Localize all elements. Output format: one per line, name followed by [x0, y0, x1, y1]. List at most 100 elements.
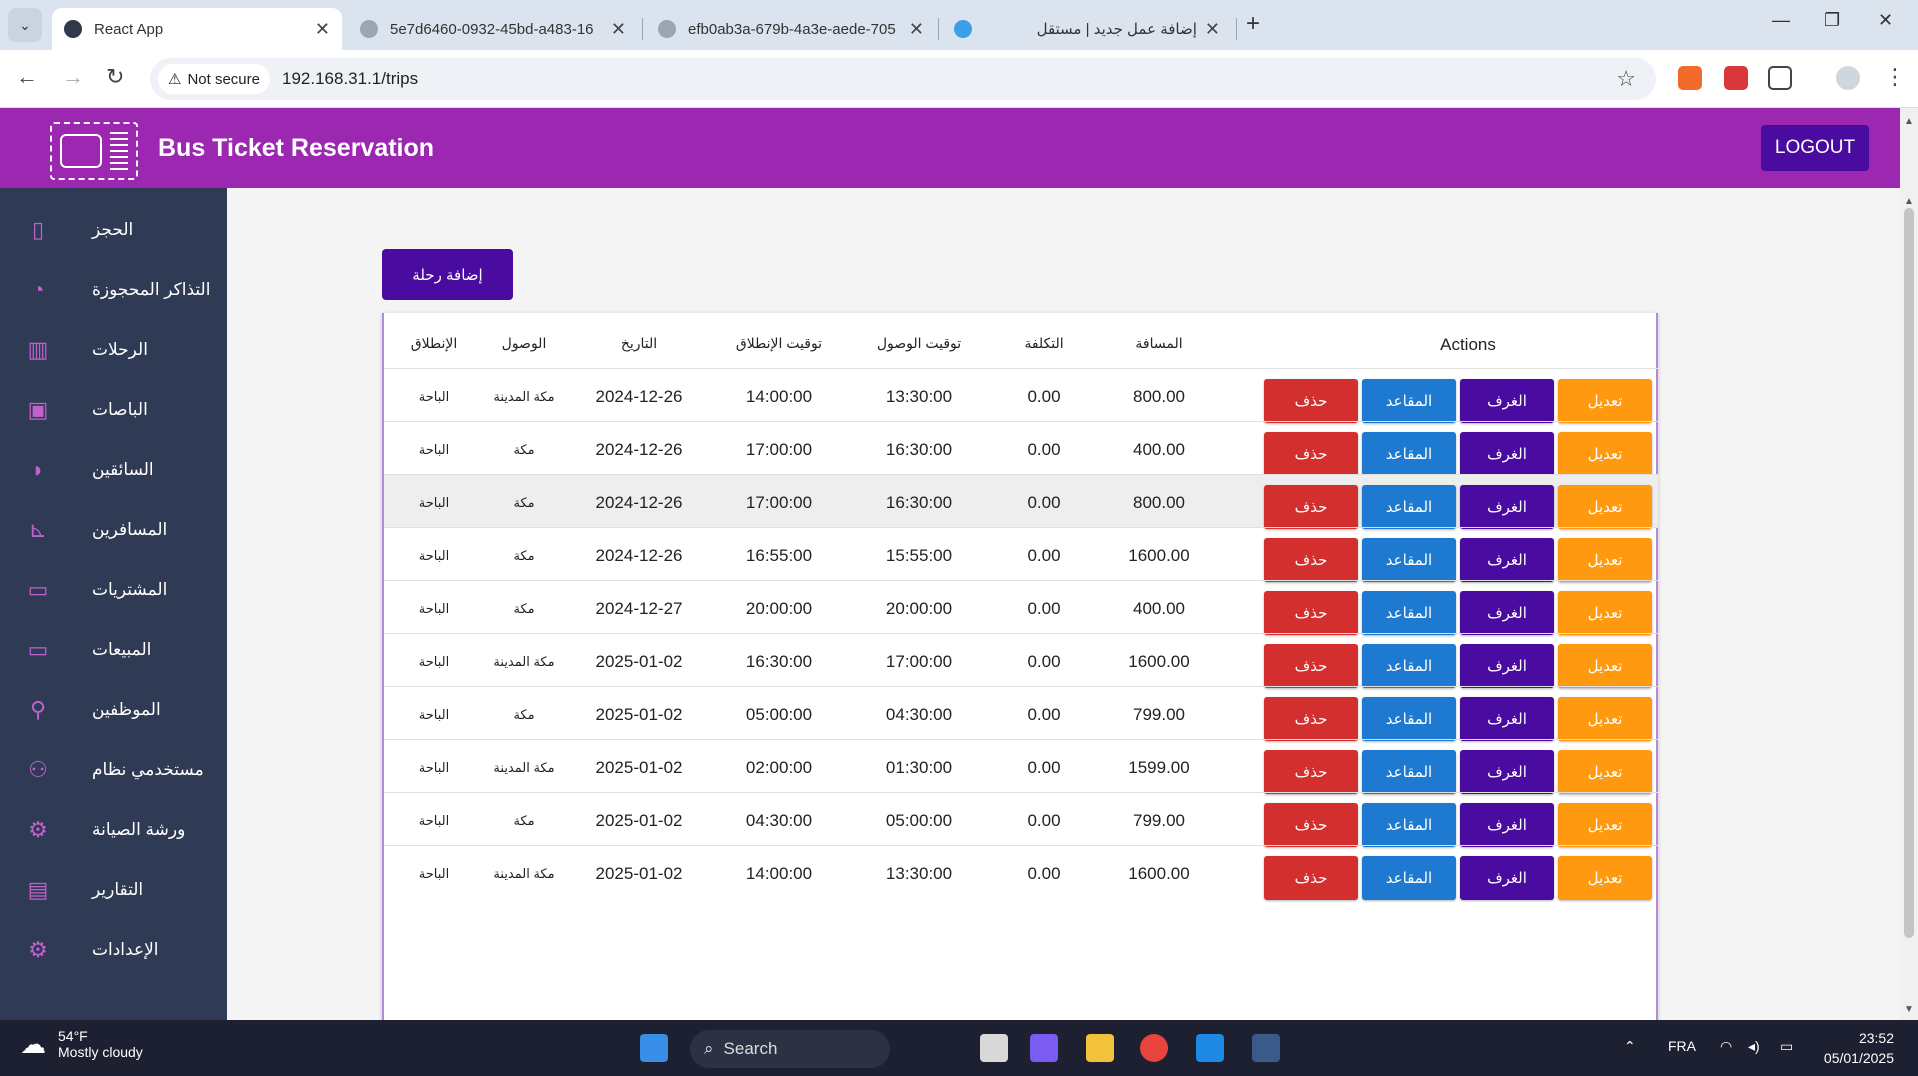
sidebar-item-booking[interactable]: ▯ الحجز: [0, 208, 227, 252]
app-window-icon[interactable]: [1252, 1034, 1280, 1062]
security-indicator[interactable]: ⚠ Not secure: [158, 64, 270, 94]
back-arrow-icon[interactable]: ←: [16, 64, 38, 90]
browser-menu-kebab-icon[interactable]: ⋮: [1884, 64, 1906, 90]
wifi-icon[interactable]: ◠: [1720, 1038, 1732, 1055]
add-trip-button[interactable]: إضافة رحلة: [382, 249, 513, 300]
close-tab-icon[interactable]: ✕: [909, 19, 924, 40]
language-indicator[interactable]: FRA: [1668, 1038, 1696, 1054]
rooms-button[interactable]: الغرف: [1460, 379, 1554, 423]
task-view-icon[interactable]: [980, 1034, 1008, 1062]
edit-button[interactable]: تعديل: [1558, 803, 1652, 847]
volume-icon[interactable]: ◂): [1748, 1038, 1760, 1055]
minimize-icon[interactable]: —: [1772, 10, 1790, 31]
scroll-up-arrow-icon[interactable]: ▲: [1904, 116, 1914, 127]
rooms-button[interactable]: الغرف: [1460, 803, 1554, 847]
edit-button[interactable]: تعديل: [1558, 644, 1652, 688]
seats-button[interactable]: المقاعد: [1362, 750, 1456, 794]
rooms-button[interactable]: الغرف: [1460, 432, 1554, 476]
close-tab-icon[interactable]: ✕: [315, 19, 330, 40]
edit-button[interactable]: تعديل: [1558, 856, 1652, 900]
extension-paw-icon[interactable]: [1724, 66, 1748, 90]
close-window-icon[interactable]: ✕: [1878, 10, 1893, 31]
seats-button[interactable]: المقاعد: [1362, 803, 1456, 847]
seats-button[interactable]: المقاعد: [1362, 856, 1456, 900]
browser-tab-3[interactable]: efb0ab3a-679b-4a3e-aede-705 ✕: [646, 8, 936, 50]
sidebar-item-booked-tickets[interactable]: ◔ التذاكر المحجوزة: [0, 268, 227, 312]
extensions-puzzle-icon[interactable]: [1768, 66, 1792, 90]
browser-tab-2[interactable]: 5e7d6460-0932-45bd-a483-16 ✕: [348, 8, 638, 50]
battery-icon[interactable]: ▭: [1780, 1038, 1793, 1055]
rooms-button[interactable]: الغرف: [1460, 644, 1554, 688]
browser-tab-4[interactable]: إضافة عمل جديد | مستقل ✕: [942, 8, 1232, 50]
seats-button[interactable]: المقاعد: [1362, 538, 1456, 582]
delete-button[interactable]: حذف: [1264, 591, 1358, 635]
edit-button[interactable]: تعديل: [1558, 750, 1652, 794]
url-text[interactable]: 192.168.31.1/trips: [282, 69, 418, 89]
seats-button[interactable]: المقاعد: [1362, 697, 1456, 741]
file-explorer-icon[interactable]: [1086, 1034, 1114, 1062]
close-tab-icon[interactable]: ✕: [1205, 19, 1220, 40]
seats-button[interactable]: المقاعد: [1362, 644, 1456, 688]
seats-button[interactable]: المقاعد: [1362, 379, 1456, 423]
delete-button[interactable]: حذف: [1264, 803, 1358, 847]
rooms-button[interactable]: الغرف: [1460, 538, 1554, 582]
edit-button[interactable]: تعديل: [1558, 697, 1652, 741]
edit-button[interactable]: تعديل: [1558, 432, 1652, 476]
page-scrollbar[interactable]: ▲ ▲ ▼: [1900, 108, 1918, 1020]
logout-button[interactable]: LOGOUT: [1761, 125, 1869, 171]
close-tab-icon[interactable]: ✕: [611, 19, 626, 40]
new-tab-plus-icon[interactable]: +: [1246, 10, 1260, 38]
weather-widget[interactable]: ☁ 54°F Mostly cloudy: [20, 1028, 143, 1060]
delete-button[interactable]: حذف: [1264, 538, 1358, 582]
sidebar-item-passengers[interactable]: ⊾ المسافرين: [0, 508, 227, 552]
profile-avatar-icon[interactable]: [1836, 66, 1860, 90]
sidebar-item-purchases[interactable]: ▭ المشتريات: [0, 568, 227, 612]
scroll-up-arrow-icon[interactable]: ▲: [1904, 196, 1914, 207]
delete-button[interactable]: حذف: [1264, 644, 1358, 688]
edit-button[interactable]: تعديل: [1558, 591, 1652, 635]
sidebar-item-maintenance[interactable]: ⚙ ورشة الصيانة: [0, 808, 227, 852]
sidebar-item-employees[interactable]: ⚲ الموظفين: [0, 688, 227, 732]
bookmark-star-icon[interactable]: ☆: [1616, 66, 1636, 92]
restore-icon[interactable]: ❐: [1824, 10, 1840, 31]
chrome-icon[interactable]: [1140, 1034, 1168, 1062]
windows-start-icon[interactable]: [640, 1034, 668, 1062]
seats-button[interactable]: المقاعد: [1362, 485, 1456, 529]
tray-chevron-up-icon[interactable]: ⌃: [1624, 1038, 1636, 1055]
delete-button[interactable]: حذف: [1264, 856, 1358, 900]
seats-button[interactable]: المقاعد: [1362, 432, 1456, 476]
copilot-icon[interactable]: [1030, 1034, 1058, 1062]
vscode-icon[interactable]: [1196, 1034, 1224, 1062]
sidebar-item-drivers[interactable]: ◗ السائقين: [0, 448, 227, 492]
sidebar-item-system-users[interactable]: ⚇ مستخدمي نظام: [0, 748, 227, 792]
sidebar-item-buses[interactable]: ▣ الباصات: [0, 388, 227, 432]
delete-button[interactable]: حذف: [1264, 379, 1358, 423]
edit-button[interactable]: تعديل: [1558, 379, 1652, 423]
edit-button[interactable]: تعديل: [1558, 538, 1652, 582]
sidebar-item-reports[interactable]: ▤ التقارير: [0, 868, 227, 912]
address-bar[interactable]: ⚠ Not secure 192.168.31.1/trips ☆: [150, 58, 1656, 100]
tab-search-chevron-icon[interactable]: ⌄: [8, 8, 42, 42]
system-clock[interactable]: 23:52 05/01/2025: [1824, 1028, 1894, 1068]
extension-bolt-icon[interactable]: [1678, 66, 1702, 90]
taskbar-search[interactable]: ⌕ Search: [690, 1030, 890, 1068]
rooms-button[interactable]: الغرف: [1460, 591, 1554, 635]
forward-arrow-icon[interactable]: →: [62, 64, 84, 90]
delete-button[interactable]: حذف: [1264, 697, 1358, 741]
rooms-button[interactable]: الغرف: [1460, 856, 1554, 900]
delete-button[interactable]: حذف: [1264, 432, 1358, 476]
sidebar-item-sales[interactable]: ▭ المبيعات: [0, 628, 227, 672]
sidebar-item-settings[interactable]: ⚙ الإعدادات: [0, 928, 227, 972]
browser-tab-react-app[interactable]: React App ✕: [52, 8, 342, 50]
delete-button[interactable]: حذف: [1264, 750, 1358, 794]
rooms-button[interactable]: الغرف: [1460, 485, 1554, 529]
edit-button[interactable]: تعديل: [1558, 485, 1652, 529]
delete-button[interactable]: حذف: [1264, 485, 1358, 529]
seats-button[interactable]: المقاعد: [1362, 591, 1456, 635]
rooms-button[interactable]: الغرف: [1460, 750, 1554, 794]
scroll-down-arrow-icon[interactable]: ▼: [1904, 1004, 1914, 1015]
rooms-button[interactable]: الغرف: [1460, 697, 1554, 741]
sidebar-item-trips[interactable]: ▥ الرحلات: [0, 328, 227, 372]
reload-icon[interactable]: ↻: [106, 64, 124, 90]
scrollbar-thumb[interactable]: [1904, 208, 1914, 938]
